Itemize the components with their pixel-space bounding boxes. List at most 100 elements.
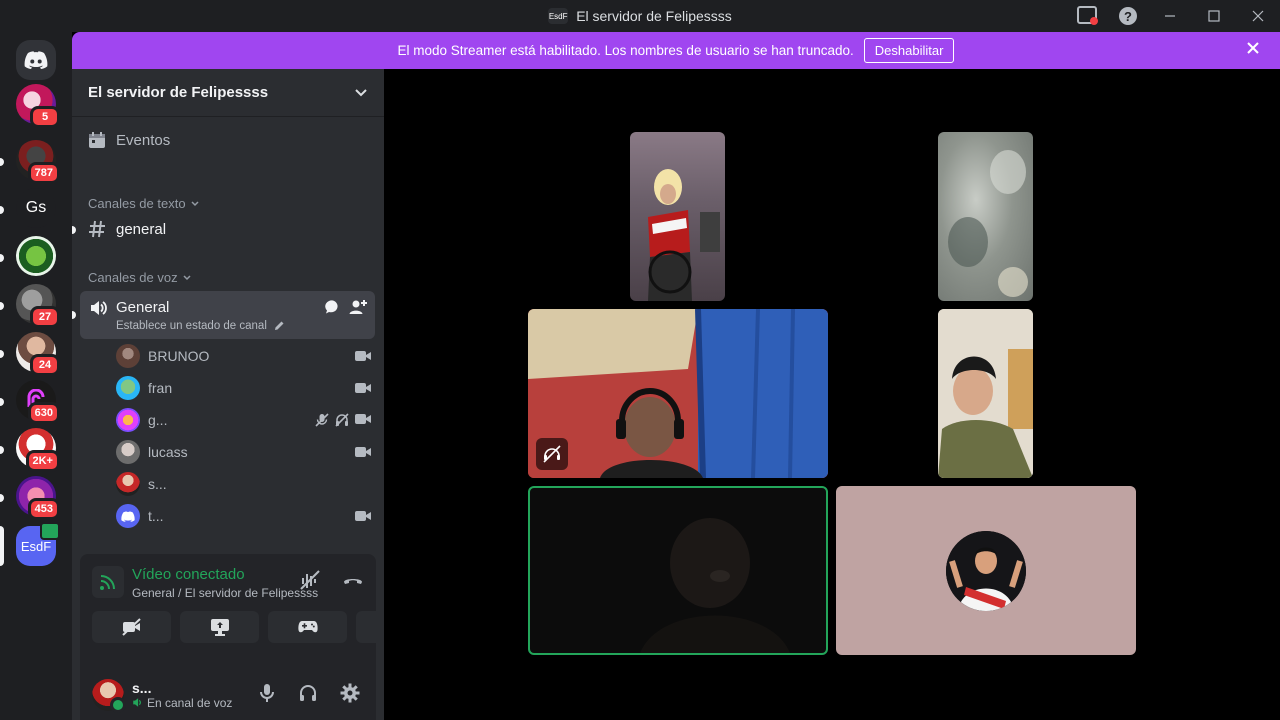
svg-text:?: ? xyxy=(1124,9,1132,24)
camera-icon xyxy=(355,350,371,362)
video-tile-speaking[interactable] xyxy=(528,486,828,655)
camera-off-icon xyxy=(536,438,568,470)
title-bar-controls: ? xyxy=(1068,0,1280,32)
mention-badge: 787 xyxy=(27,162,60,184)
avatar xyxy=(116,344,140,368)
server-icon[interactable]: 5 xyxy=(16,84,60,128)
camera-icon xyxy=(355,413,371,427)
window-title: El servidor de Felipessss xyxy=(576,8,732,24)
avatar xyxy=(946,530,1026,611)
voice-member[interactable]: t... xyxy=(116,502,371,530)
connection-signal-icon[interactable] xyxy=(92,566,124,598)
selected-indicator xyxy=(0,526,4,566)
avatar-tile[interactable] xyxy=(836,486,1136,655)
unread-indicator xyxy=(0,254,4,262)
unread-indicator xyxy=(0,494,4,502)
discord-home-icon[interactable] xyxy=(16,40,56,80)
disconnect-icon[interactable] xyxy=(342,570,364,590)
online-status-icon xyxy=(110,696,126,713)
server-abbr: EsdF xyxy=(20,538,52,554)
server-icon[interactable]: EsdF xyxy=(16,522,60,566)
server-header[interactable]: El servidor de Felipessss xyxy=(72,69,384,117)
mention-badge: 24 xyxy=(30,354,60,376)
muted-mic-icon xyxy=(315,413,329,427)
unread-indicator xyxy=(0,206,4,214)
server-icon[interactable]: 453 xyxy=(16,476,60,520)
voice-channel-actions xyxy=(325,299,367,315)
voice-member[interactable]: s... xyxy=(116,470,371,498)
connection-status[interactable]: Vídeo conectado xyxy=(132,566,245,583)
server-icon[interactable]: 24 xyxy=(16,332,60,376)
video-tile[interactable] xyxy=(528,309,828,478)
maximize-icon[interactable] xyxy=(1192,0,1236,32)
screen-share-button[interactable] xyxy=(180,611,259,643)
disable-streamer-button[interactable]: Deshabilitar xyxy=(863,38,955,63)
server-icon[interactable]: Gs xyxy=(16,188,56,228)
server-icon[interactable]: 787 xyxy=(16,140,60,184)
close-banner-icon[interactable] xyxy=(1246,41,1260,55)
member-name: BRUNOO xyxy=(148,348,210,364)
inbox-icon[interactable] xyxy=(1068,0,1108,32)
chat-bubble-icon[interactable] xyxy=(325,299,341,315)
mention-badge: 27 xyxy=(30,306,60,328)
channel-status-input[interactable]: Establece un estado de canal xyxy=(116,320,285,332)
unread-indicator xyxy=(72,226,76,234)
speaker-icon xyxy=(89,299,107,317)
streamer-mode-banner: El modo Streamer está habilitado. Los no… xyxy=(72,32,1280,69)
calendar-icon xyxy=(88,131,106,149)
text-channel-general[interactable]: general xyxy=(72,220,167,238)
microphone-icon[interactable] xyxy=(258,683,276,703)
user-status: En canal de voz xyxy=(132,696,232,710)
server-icon[interactable]: 2K+ xyxy=(16,428,60,472)
video-tile[interactable] xyxy=(630,132,725,301)
banner-message: El modo Streamer está habilitado. Los no… xyxy=(397,43,854,58)
user-panel: s... En canal de voz xyxy=(80,669,376,720)
avatar xyxy=(116,440,140,464)
server-list: 5 787 Gs 27 24 630 2K+ 453 EsdF xyxy=(0,32,72,720)
member-name: lucass xyxy=(148,444,188,460)
video-indicator-icon xyxy=(40,522,60,540)
server-icon[interactable]: 630 xyxy=(16,380,60,424)
deafened-icon xyxy=(335,413,349,427)
minimize-icon[interactable] xyxy=(1148,0,1192,32)
member-name: g... xyxy=(148,412,168,428)
member-name: s... xyxy=(148,476,167,492)
invite-member-icon[interactable] xyxy=(349,299,367,315)
events-item[interactable]: Eventos xyxy=(88,131,170,149)
unread-indicator xyxy=(0,398,4,406)
mention-badge: 630 xyxy=(27,402,60,424)
text-channel-name: general xyxy=(116,220,167,238)
unread-indicator xyxy=(0,158,4,166)
chevron-down-icon xyxy=(354,88,368,98)
avatar xyxy=(116,408,140,432)
voice-member[interactable]: lucass xyxy=(116,438,371,466)
activities-button[interactable] xyxy=(268,611,347,643)
avatar[interactable] xyxy=(92,678,126,713)
camera-toggle-button[interactable] xyxy=(92,611,171,643)
avatar xyxy=(116,472,140,496)
gear-icon[interactable] xyxy=(340,683,360,703)
chevron-down-icon xyxy=(190,200,200,208)
camera-icon xyxy=(355,510,371,522)
pencil-icon xyxy=(274,320,285,331)
close-window-icon[interactable] xyxy=(1236,0,1280,32)
camera-icon xyxy=(355,446,371,458)
voice-member[interactable]: fran xyxy=(116,374,371,402)
text-category[interactable]: Canales de texto xyxy=(88,196,200,211)
user-name[interactable]: s... xyxy=(132,680,232,696)
video-tile[interactable] xyxy=(938,309,1033,478)
server-icon[interactable]: 27 xyxy=(16,284,60,328)
noise-suppression-icon[interactable] xyxy=(300,570,320,590)
connection-location[interactable]: General / El servidor de Felipessss xyxy=(132,586,318,600)
camera-icon xyxy=(355,382,371,394)
server-icon[interactable] xyxy=(16,236,56,276)
voice-member[interactable]: g... xyxy=(116,406,371,434)
channel-status-text: Establece un estado de canal xyxy=(116,320,267,332)
help-icon[interactable]: ? xyxy=(1108,0,1148,32)
voice-member[interactable]: BRUNOO xyxy=(116,342,371,370)
headphones-icon[interactable] xyxy=(298,683,318,703)
voice-category[interactable]: Canales de voz xyxy=(88,270,192,285)
voice-channel-general[interactable]: General Establece un estado de canal xyxy=(72,291,375,339)
mention-badge: 453 xyxy=(27,498,60,520)
video-tile[interactable] xyxy=(938,132,1033,301)
